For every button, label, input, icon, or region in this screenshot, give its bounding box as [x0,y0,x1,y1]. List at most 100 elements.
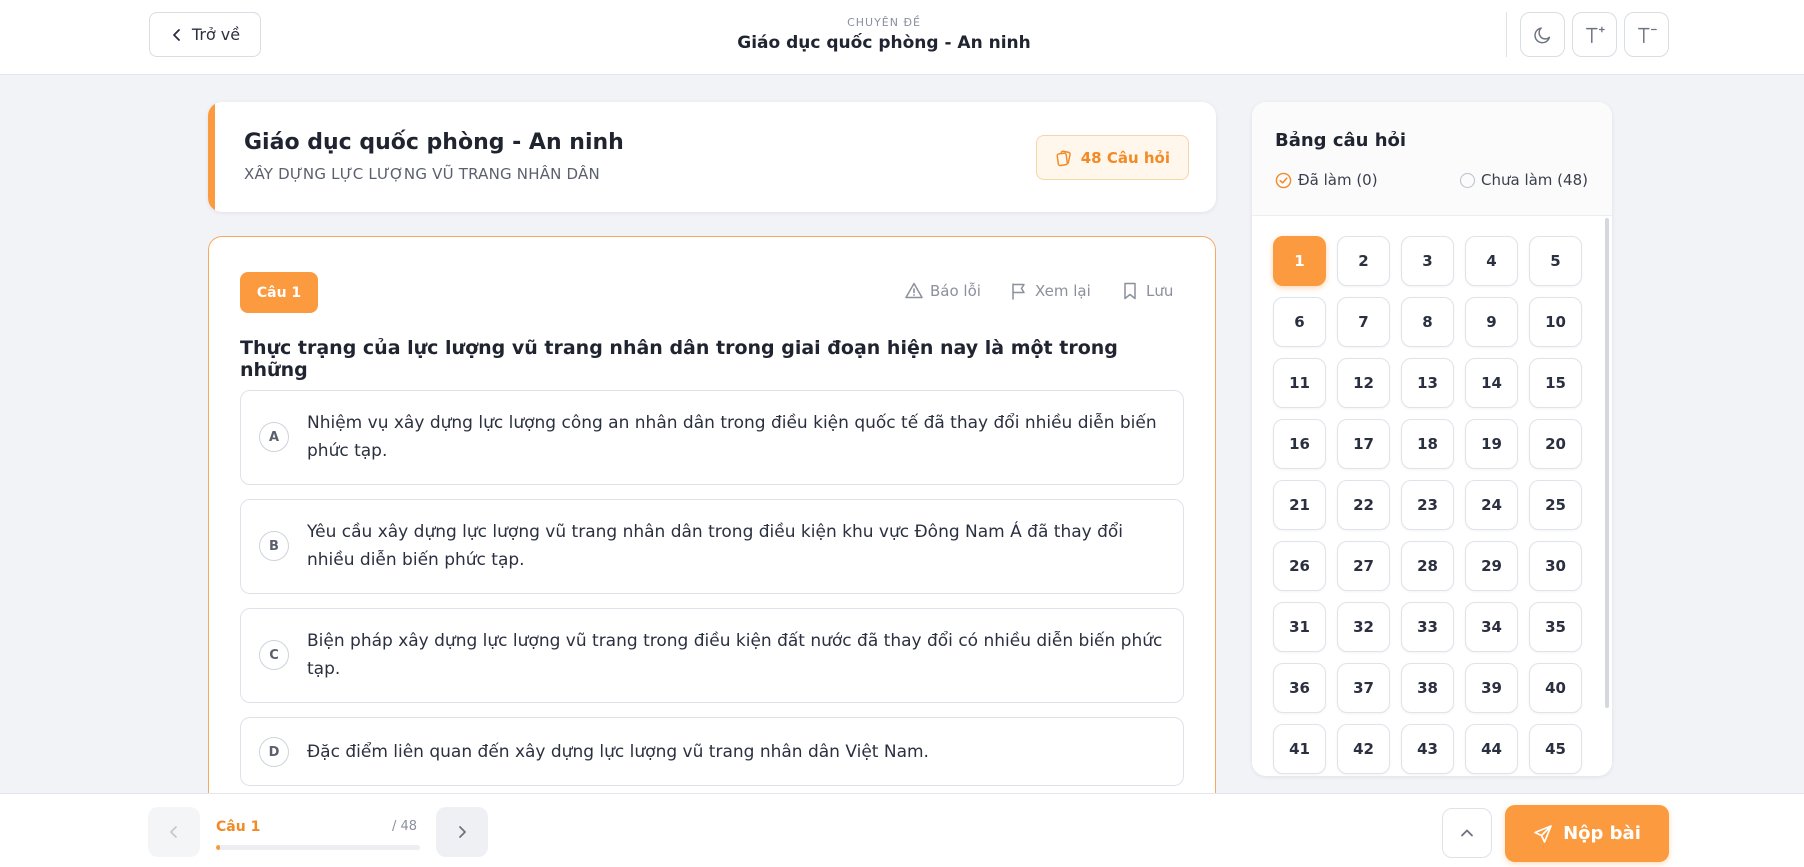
question-number-45[interactable]: 45 [1529,724,1582,774]
chevron-right-icon [459,826,466,838]
bottom-bar: Câu 1 / 48 Nộp bài [0,793,1804,867]
scroll-top-button[interactable] [1442,808,1492,858]
chevron-left-icon [170,826,177,838]
question-number-tag: Câu 1 [240,272,318,313]
question-panel-title: Bảng câu hỏi [1275,130,1407,151]
question-number-6[interactable]: 6 [1273,297,1326,347]
option-letter: A [259,422,289,452]
question-number-10[interactable]: 10 [1529,297,1582,347]
answer-option-d[interactable]: D Đặc điểm liên quan đến xây dựng lực lư… [240,717,1184,786]
question-number-30[interactable]: 30 [1529,541,1582,591]
dark-mode-button[interactable] [1520,12,1565,57]
check-circle-icon [1275,172,1292,188]
question-text: Thực trạng của lực lượng vũ trang nhân d… [240,337,1118,381]
question-number-38[interactable]: 38 [1401,663,1454,713]
question-number-14[interactable]: 14 [1465,358,1518,408]
question-number-44[interactable]: 44 [1465,724,1518,774]
question-number-8[interactable]: 8 [1401,297,1454,347]
question-number-33[interactable]: 33 [1401,602,1454,652]
empty-circle-icon [1460,172,1475,188]
question-number-31[interactable]: 31 [1273,602,1326,652]
warning-icon [905,282,923,299]
question-number-41[interactable]: 41 [1273,724,1326,774]
legend-done: Đã làm (0) [1275,171,1378,189]
answer-option-b[interactable]: B Yêu cầu xây dựng lực lượng vũ trang nh… [240,499,1184,594]
bookmark-button[interactable]: Lưu [1120,281,1173,301]
question-number-25[interactable]: 25 [1529,480,1582,530]
cards-icon [1056,149,1071,166]
question-number-12[interactable]: 12 [1337,358,1390,408]
progress-bar [216,845,420,850]
top-bar: Trở về CHUYÊN ĐỀ Giáo dục quốc phòng - A… [0,0,1804,75]
total-questions-label: / 48 [392,819,418,834]
answer-option-a[interactable]: A Nhiệm vụ xây dựng lực lượng công an nh… [240,390,1184,485]
question-number-40[interactable]: 40 [1529,663,1582,713]
question-panel-header: Bảng câu hỏi Đã làm (0) Chưa làm (48) [1252,102,1612,216]
answer-option-c[interactable]: C Biện pháp xây dựng lực lượng vũ trang … [240,608,1184,703]
report-error-button[interactable]: Báo lỗi [904,281,981,301]
previous-question-button[interactable] [148,807,200,857]
question-count-label: 48 Câu hỏi [1080,148,1170,167]
toolbar-divider [1506,12,1507,57]
topic-card-title: Giáo dục quốc phòng - An ninh [244,130,624,155]
question-number-20[interactable]: 20 [1529,419,1582,469]
question-number-24[interactable]: 24 [1465,480,1518,530]
report-error-label: Báo lỗi [930,282,981,300]
question-number-4[interactable]: 4 [1465,236,1518,286]
question-number-22[interactable]: 22 [1337,480,1390,530]
topic-card-accent [208,102,215,212]
bookmark-label: Lưu [1146,282,1174,300]
progress-bar-fill [216,845,221,850]
font-decrease-button[interactable] [1624,12,1669,57]
question-panel-scrollbar[interactable] [1605,218,1609,708]
mark-review-button[interactable]: Xem lại [1009,281,1091,301]
question-number-1[interactable]: 1 [1273,236,1326,286]
question-number-2[interactable]: 2 [1337,236,1390,286]
question-number-19[interactable]: 19 [1465,419,1518,469]
option-letter: B [259,531,289,561]
moon-icon [1533,26,1550,43]
question-number-3[interactable]: 3 [1401,236,1454,286]
question-number-29[interactable]: 29 [1465,541,1518,591]
question-number-27[interactable]: 27 [1337,541,1390,591]
submit-label: Nộp bài [1563,823,1641,844]
legend-todo-label: Chưa làm (48) [1481,171,1588,189]
legend-done-label: Đã làm (0) [1298,171,1378,189]
question-number-35[interactable]: 35 [1529,602,1582,652]
question-number-16[interactable]: 16 [1273,419,1326,469]
question-number-34[interactable]: 34 [1465,602,1518,652]
topic-eyebrow: CHUYÊN ĐỀ [847,16,921,29]
option-text: Biện pháp xây dựng lực lượng vũ trang tr… [307,631,1163,679]
question-number-32[interactable]: 32 [1337,602,1390,652]
question-number-21[interactable]: 21 [1273,480,1326,530]
question-number-9[interactable]: 9 [1465,297,1518,347]
topic-header: CHUYÊN ĐỀ Giáo dục quốc phòng - An ninh [0,16,1768,53]
question-number-5[interactable]: 5 [1529,236,1582,286]
question-number-28[interactable]: 28 [1401,541,1454,591]
question-number-11[interactable]: 11 [1273,358,1326,408]
topic-card-subtitle: XÂY DỰNG LỰC LƯỢNG VŨ TRANG NHÂN DÂN [244,165,600,183]
question-number-42[interactable]: 42 [1337,724,1390,774]
topic-card: Giáo dục quốc phòng - An ninh XÂY DỰNG L… [208,102,1216,212]
legend-todo: Chưa làm (48) [1460,171,1588,189]
question-number-7[interactable]: 7 [1337,297,1390,347]
next-question-button[interactable] [436,807,488,857]
font-decrease-icon [1637,27,1657,43]
question-card: Câu 1 Báo lỗi Xem lại Lưu Thực trạng của… [208,236,1216,836]
question-number-43[interactable]: 43 [1401,724,1454,774]
bookmark-icon [1124,282,1136,300]
question-number-36[interactable]: 36 [1273,663,1326,713]
question-number-17[interactable]: 17 [1337,419,1390,469]
question-number-23[interactable]: 23 [1401,480,1454,530]
option-text: Nhiệm vụ xây dựng lực lượng công an nhân… [307,413,1157,461]
question-number-26[interactable]: 26 [1273,541,1326,591]
mark-review-label: Xem lại [1035,282,1091,300]
question-number-13[interactable]: 13 [1401,358,1454,408]
question-number-39[interactable]: 39 [1465,663,1518,713]
font-increase-button[interactable] [1572,12,1617,57]
question-number-15[interactable]: 15 [1529,358,1582,408]
question-number-37[interactable]: 37 [1337,663,1390,713]
question-number-18[interactable]: 18 [1401,419,1454,469]
option-text: Yêu cầu xây dựng lực lượng vũ trang nhân… [307,522,1124,570]
submit-button[interactable]: Nộp bài [1505,805,1669,862]
